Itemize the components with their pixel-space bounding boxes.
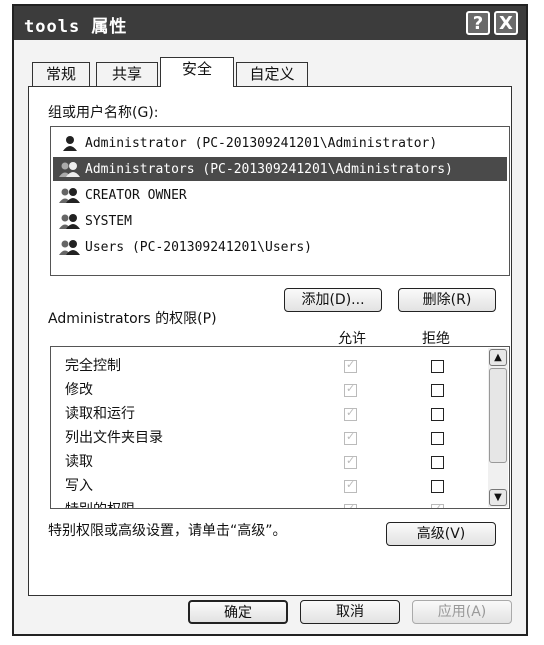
advanced-button[interactable]: 高级(V) (386, 522, 496, 546)
allow-checkbox[interactable] (344, 406, 357, 421)
window-title: tools 属性 (24, 17, 128, 37)
tab-sharing[interactable]: 共享 (96, 62, 158, 86)
deny-checkbox[interactable] (431, 502, 444, 508)
tab-general[interactable]: 常规 (32, 62, 90, 86)
tab-custom[interactable]: 自定义 (236, 62, 308, 86)
permissions-label: Administrators 的权限(P) (48, 311, 217, 327)
permission-row: 修改 (65, 382, 93, 398)
list-item-users[interactable]: Users (PC-201309241201\Users) (53, 235, 507, 259)
group-icon (59, 211, 81, 231)
list-item-administrator[interactable]: Administrator (PC-201309241201\Administr… (53, 131, 507, 155)
scroll-down-icon[interactable]: ▼ (489, 489, 507, 506)
deny-checkbox[interactable] (431, 432, 444, 445)
list-item-system[interactable]: SYSTEM (53, 209, 507, 233)
list-item-administrators[interactable]: Administrators (PC-201309241201\Administ… (53, 157, 507, 181)
group-icon (59, 185, 81, 205)
apply-button[interactable]: 应用(A) (412, 600, 512, 624)
permission-row: 读取和运行 (65, 406, 135, 422)
user-label: CREATOR OWNER (85, 187, 187, 203)
allow-checkbox[interactable] (344, 430, 357, 445)
allow-checkbox[interactable] (344, 358, 357, 373)
deny-header: 拒绝 (422, 331, 450, 347)
permissions-list[interactable]: 完全控制 修改 读取和运行 列出文件夹目录 读取 写入 特别的权限 ▲ ▼ (50, 346, 510, 509)
scroll-thumb[interactable] (489, 368, 507, 463)
user-label: Users (PC-201309241201\Users) (85, 239, 312, 255)
ok-button[interactable]: 确定 (188, 600, 288, 624)
scroll-up-icon[interactable]: ▲ (489, 349, 507, 366)
group-icon (59, 159, 81, 179)
users-label: 组或用户名称(G): (48, 105, 159, 121)
allow-checkbox[interactable] (344, 454, 357, 469)
allow-checkbox[interactable] (344, 478, 357, 493)
deny-checkbox[interactable] (431, 408, 444, 421)
permissions-scrollbar[interactable]: ▲ ▼ (488, 348, 508, 507)
tab-security[interactable]: 安全 (160, 57, 234, 87)
deny-checkbox[interactable] (431, 480, 444, 493)
user-list[interactable]: Administrator (PC-201309241201\Administr… (50, 126, 510, 276)
deny-checkbox[interactable] (431, 456, 444, 469)
allow-checkbox[interactable] (344, 502, 357, 508)
deny-checkbox[interactable] (431, 384, 444, 397)
permission-row: 特别的权限 (65, 498, 135, 508)
cancel-button[interactable]: 取消 (300, 600, 400, 624)
user-icon (59, 133, 81, 153)
allow-checkbox[interactable] (344, 382, 357, 397)
deny-checkbox[interactable] (431, 360, 444, 373)
close-button[interactable]: X (494, 11, 518, 35)
help-button[interactable]: ? (466, 11, 490, 35)
permission-row: 读取 (65, 454, 93, 470)
list-item-creator-owner[interactable]: CREATOR OWNER (53, 183, 507, 207)
permission-row: 完全控制 (65, 358, 121, 374)
user-label: Administrators (PC-201309241201\Administ… (85, 161, 453, 177)
user-label: SYSTEM (85, 213, 132, 229)
add-button[interactable]: 添加(D)... (284, 288, 382, 312)
group-icon (59, 237, 81, 257)
allow-header: 允许 (338, 331, 366, 347)
properties-window: tools 属性 ? X 常规 共享 安全 自定义 组或用户名称(G): Adm… (12, 4, 528, 636)
title-bar[interactable]: tools 属性 ? X (14, 6, 526, 40)
remove-button[interactable]: 删除(R) (398, 288, 496, 312)
permission-row: 列出文件夹目录 (65, 430, 163, 446)
permission-row: 写入 (65, 478, 93, 494)
advanced-hint: 特别权限或高级设置，请单击“高级”。 (48, 523, 287, 539)
user-label: Administrator (PC-201309241201\Administr… (85, 135, 438, 151)
